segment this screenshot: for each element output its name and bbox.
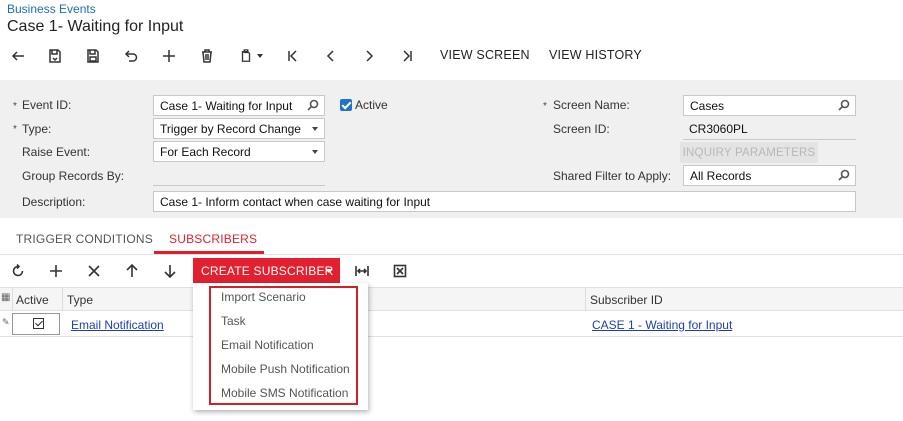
description-field[interactable]: Case 1- Inform contact when case waiting…: [153, 191, 856, 212]
required-marker: *: [543, 101, 547, 112]
row-subscriber-id-link[interactable]: CASE 1 - Waiting for Input: [592, 318, 732, 332]
raise-event-label: Raise Event:: [22, 145, 91, 159]
row-type-link[interactable]: Email Notification: [71, 318, 164, 332]
event-id-value: Case 1- Waiting for Input: [160, 99, 293, 113]
tab-divider: [0, 254, 903, 255]
inquiry-parameters-button[interactable]: INQUIRY PARAMETERS: [680, 142, 818, 163]
delete-row-icon[interactable]: [85, 261, 103, 281]
raise-event-value: For Each Record: [160, 145, 251, 159]
active-checkbox[interactable]: [340, 99, 352, 111]
column-divider: [585, 288, 586, 311]
search-icon[interactable]: [838, 99, 850, 111]
type-value: Trigger by Record Change: [160, 122, 301, 136]
shared-filter-label: Shared Filter to Apply:: [553, 169, 672, 183]
chevron-down-icon: [312, 150, 318, 154]
shared-filter-field[interactable]: All Records: [683, 165, 856, 186]
tab-subscribers[interactable]: SUBSCRIBERS: [169, 232, 257, 246]
save-icon[interactable]: [83, 45, 103, 67]
view-screen-button[interactable]: VIEW SCREEN: [440, 48, 530, 62]
add-icon[interactable]: [159, 45, 179, 67]
next-record-icon[interactable]: [359, 45, 379, 67]
screen-id-label: Screen ID:: [553, 122, 610, 136]
column-header-active[interactable]: Active: [16, 293, 49, 307]
move-down-icon[interactable]: [161, 261, 179, 281]
column-header-type[interactable]: Type: [67, 293, 93, 307]
refresh-icon[interactable]: [9, 261, 27, 281]
back-icon[interactable]: [8, 45, 28, 67]
menu-item-mobile-push-notification[interactable]: Mobile Push Notification: [221, 362, 350, 376]
add-row-icon[interactable]: [47, 261, 65, 281]
menu-item-task[interactable]: Task: [221, 314, 246, 328]
table-row[interactable]: ✎ Email Notification CASE 1 - Waiting fo…: [0, 311, 903, 337]
view-history-button[interactable]: VIEW HISTORY: [549, 48, 642, 62]
edit-row-icon: ✎: [2, 317, 10, 327]
row-active-checkbox[interactable]: [33, 318, 44, 329]
save-and-close-icon[interactable]: [45, 45, 65, 67]
search-icon[interactable]: [838, 169, 850, 181]
move-up-icon[interactable]: [123, 261, 141, 281]
required-marker: *: [13, 101, 17, 112]
event-id-label: Event ID:: [22, 98, 72, 112]
breadcrumb[interactable]: Business Events: [7, 2, 96, 16]
chevron-down-icon: [312, 127, 318, 131]
chevron-down-icon: [326, 269, 332, 273]
group-records-field[interactable]: [153, 185, 325, 186]
export-excel-icon[interactable]: [391, 261, 409, 281]
column-header-subscriber-id[interactable]: Subscriber ID: [590, 293, 663, 307]
event-id-field[interactable]: Case 1- Waiting for Input: [153, 95, 325, 116]
required-marker: *: [13, 124, 17, 135]
search-icon[interactable]: [307, 99, 319, 111]
undo-icon[interactable]: [121, 45, 141, 67]
type-select[interactable]: Trigger by Record Change: [153, 118, 325, 139]
delete-icon[interactable]: [197, 45, 217, 67]
raise-event-select[interactable]: For Each Record: [153, 141, 325, 162]
menu-item-mobile-sms-notification[interactable]: Mobile SMS Notification: [221, 386, 348, 400]
type-label: Type:: [22, 122, 52, 136]
last-record-icon[interactable]: [397, 45, 417, 67]
grid-header: ▦ Active Type Subscriber ID: [0, 287, 903, 311]
grid-settings-icon[interactable]: ▦: [1, 292, 10, 303]
previous-record-icon[interactable]: [321, 45, 341, 67]
create-subscriber-label: CREATE SUBSCRIBER: [201, 263, 334, 278]
menu-item-email-notification[interactable]: Email Notification: [221, 338, 314, 352]
page-title: Case 1- Waiting for Input: [7, 18, 184, 35]
first-record-icon[interactable]: [283, 45, 303, 67]
shared-filter-value: All Records: [690, 169, 752, 183]
group-records-label: Group Records By:: [22, 169, 125, 183]
description-value: Case 1- Inform contact when case waiting…: [160, 195, 431, 209]
column-divider: [12, 288, 13, 311]
chevron-down-icon: [257, 54, 263, 58]
fit-columns-icon[interactable]: [353, 261, 371, 281]
tab-trigger-conditions[interactable]: TRIGGER CONDITIONS: [16, 232, 153, 246]
create-subscriber-button[interactable]: CREATE SUBSCRIBER: [193, 258, 340, 283]
menu-item-import-scenario[interactable]: Import Scenario: [221, 290, 306, 304]
screen-name-value: Cases: [690, 99, 725, 113]
column-divider: [62, 288, 63, 311]
copy-paste-icon[interactable]: [235, 45, 267, 67]
screen-id-underline: [683, 139, 856, 140]
screen-name-field[interactable]: Cases: [683, 95, 856, 116]
active-tab-indicator: [154, 251, 264, 254]
active-label: Active: [355, 98, 388, 112]
description-label: Description:: [22, 195, 86, 209]
screen-name-label: Screen Name:: [553, 98, 630, 112]
screen-id-value: CR3060PL: [689, 122, 748, 136]
